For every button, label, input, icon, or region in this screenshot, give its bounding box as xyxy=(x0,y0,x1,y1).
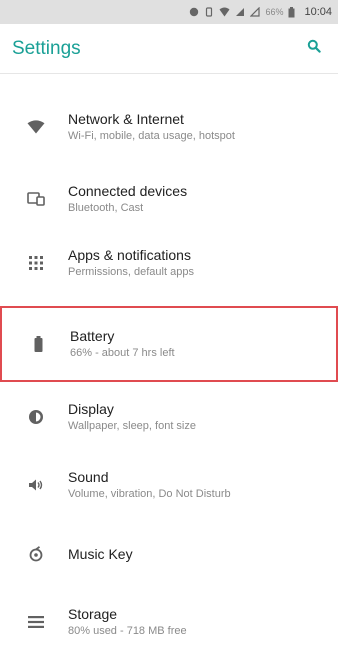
settings-item-subtitle: Permissions, default apps xyxy=(68,266,194,278)
settings-item-battery[interactable]: Battery 66% - about 7 hrs left xyxy=(0,306,338,382)
settings-item-music-key[interactable]: Music Key xyxy=(0,524,338,584)
settings-item-title: Storage xyxy=(68,606,118,622)
battery-icon xyxy=(2,336,74,352)
devices-icon xyxy=(0,192,72,206)
settings-item-subtitle: Wallpaper, sleep, font size xyxy=(68,420,196,432)
search-icon xyxy=(307,39,321,58)
settings-item-title: Apps & notifications xyxy=(68,247,191,263)
settings-item-title: Sound xyxy=(68,469,109,485)
music-key-icon xyxy=(0,546,72,562)
settings-item-sound[interactable]: Sound Volume, vibration, Do Not Disturb xyxy=(0,452,338,518)
app-bar: Settings xyxy=(0,24,338,74)
vibrate-icon xyxy=(204,7,214,17)
settings-item-display[interactable]: Display Wallpaper, sleep, font size xyxy=(0,384,338,450)
storage-icon xyxy=(0,616,72,628)
settings-item-connected-devices[interactable]: Connected devices Bluetooth, Cast xyxy=(0,172,338,226)
brightness-icon xyxy=(0,409,72,425)
status-time: 10:04 xyxy=(304,6,332,18)
settings-item-title: Connected devices xyxy=(68,183,188,199)
settings-item-title: Network & Internet xyxy=(68,111,184,127)
search-button[interactable] xyxy=(300,35,328,63)
settings-item-title: Music Key xyxy=(68,546,133,562)
battery-percent: 66% xyxy=(265,7,284,17)
signal-2-icon xyxy=(250,7,261,17)
settings-item-subtitle: 80% used - 718 MB free xyxy=(68,625,187,637)
wifi-icon xyxy=(0,120,72,134)
settings-item-title: Display xyxy=(68,401,114,417)
settings-item-network[interactable]: Network & Internet Wi-Fi, mobile, data u… xyxy=(0,100,338,154)
settings-item-storage[interactable]: Storage 80% used - 718 MB free xyxy=(0,594,338,650)
apps-grid-icon xyxy=(0,256,72,270)
settings-item-subtitle: Bluetooth, Cast xyxy=(68,202,144,214)
settings-item-subtitle: Volume, vibration, Do Not Disturb xyxy=(68,488,231,500)
status-bar: 66% 10:04 xyxy=(0,0,338,24)
alarm-icon xyxy=(189,7,199,17)
settings-item-apps[interactable]: Apps & notifications Permissions, defaul… xyxy=(0,236,338,290)
page-title: Settings xyxy=(12,37,81,59)
settings-item-title: Battery xyxy=(70,328,115,344)
battery-status-icon xyxy=(288,6,295,18)
settings-item-subtitle: Wi-Fi, mobile, data usage, hotspot xyxy=(68,130,235,142)
volume-icon xyxy=(0,478,72,492)
settings-item-subtitle: 66% - about 7 hrs left xyxy=(70,347,175,359)
wifi-status-icon xyxy=(219,7,230,17)
signal-icon xyxy=(235,7,245,17)
